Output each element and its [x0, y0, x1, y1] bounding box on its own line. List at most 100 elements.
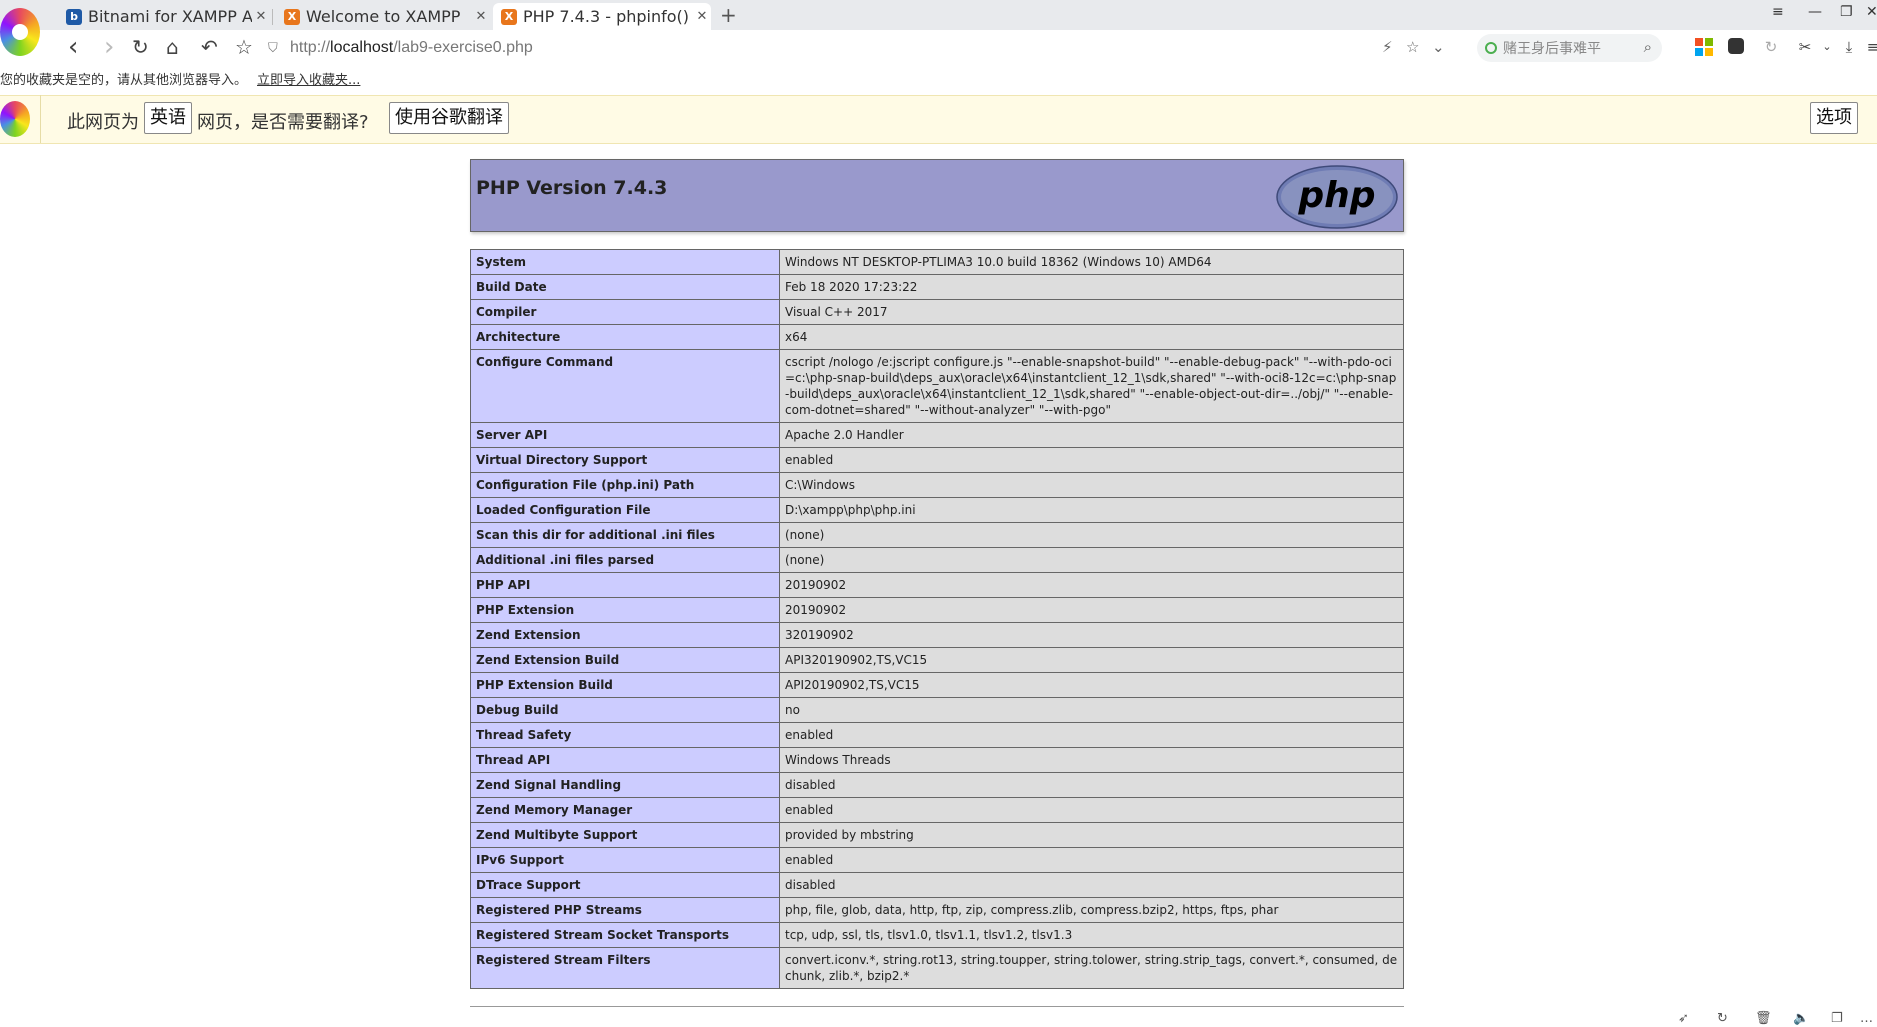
row-key: Build Date [470, 274, 780, 300]
chevron-down-icon[interactable]: ⌄ [1432, 38, 1445, 56]
translate-prefix: 此网页为 [67, 112, 139, 133]
row-value: disabled [779, 772, 1404, 798]
undo-icon[interactable]: ↶ [201, 35, 218, 59]
bitnami-favicon-icon: b [66, 8, 82, 25]
reload-icon[interactable]: ↻ [132, 35, 149, 59]
restore-icon[interactable]: ❐ [1840, 4, 1853, 20]
new-tab-button[interactable]: + [720, 3, 737, 27]
table-row: Configuration File (php.ini) Path C:\Wind… [470, 472, 1404, 498]
row-key: Architecture [470, 324, 780, 350]
scissors-icon[interactable]: ✂ [1796, 38, 1814, 56]
table-row: IPv6 Support enabled [470, 847, 1404, 873]
translate-options-button[interactable]: 选项 [1810, 102, 1858, 134]
table-row: Architecture x64 [470, 324, 1404, 350]
scissors-dropdown-icon[interactable]: ⌄ [1818, 38, 1836, 56]
row-value: enabled [779, 847, 1404, 873]
bookmarks-bar: 您的收藏夹是空的，请从其他浏览器导入。 立即导入收藏夹... [0, 69, 360, 91]
close-icon[interactable]: ✕ [472, 9, 490, 24]
address-bar[interactable]: ⛉ http://localhost/lab9-exercise0.php [268, 35, 1458, 61]
row-value: enabled [779, 797, 1404, 823]
row-key: Zend Memory Manager [470, 797, 780, 823]
row-value: D:\xampp\php\php.ini [779, 497, 1404, 523]
extension-icon[interactable] [1728, 38, 1744, 54]
table-row: Thread API Windows Threads [470, 747, 1404, 773]
row-value: convert.iconv.*, string.rot13, string.to… [779, 947, 1404, 989]
home-icon[interactable]: ⌂ [166, 35, 179, 59]
table-row: Zend Signal Handling disabled [470, 772, 1404, 798]
row-value: x64 [779, 324, 1404, 350]
back-button[interactable]: ‹ [68, 34, 78, 60]
phpinfo-table: System Windows NT DESKTOP-PTLIMA3 10.0 bu… [470, 249, 1404, 989]
minimize-icon[interactable]: — [1808, 4, 1822, 20]
row-value: 320190902 [779, 622, 1404, 648]
table-row: Zend Memory Manager enabled [470, 797, 1404, 823]
bookmark-star-icon[interactable]: ☆ [235, 35, 253, 59]
php-header: PHP Version 7.4.3 php [470, 159, 1404, 232]
row-value: Apache 2.0 Handler [779, 422, 1404, 448]
window-close-icon[interactable]: ✕ [1866, 4, 1877, 20]
table-row: Debug Build no [470, 697, 1404, 723]
language-button[interactable]: 英语 [144, 102, 192, 134]
tab-phpinfo[interactable]: X PHP 7.4.3 - phpinfo() ✕ [493, 3, 711, 30]
table-row: System Windows NT DESKTOP-PTLIMA3 10.0 bu… [470, 249, 1404, 275]
speed-icon[interactable]: ↻ [1717, 1011, 1728, 1026]
table-row: PHP API 20190902 [470, 572, 1404, 598]
menu-icon[interactable]: ≡ [1772, 4, 1784, 20]
row-key: Thread API [470, 747, 780, 773]
search-box[interactable]: 赌王身后事难平 ⌕ [1477, 34, 1662, 62]
row-key: IPv6 Support [470, 847, 780, 873]
row-key: System [470, 249, 780, 275]
page-title: PHP Version 7.4.3 [476, 177, 668, 199]
table-row: Scan this dir for additional .ini files(… [470, 522, 1404, 548]
row-value: Windows Threads [779, 747, 1404, 773]
url-text[interactable]: http://localhost/lab9-exercise0.php [290, 39, 533, 57]
php-logo-text: php [1297, 175, 1375, 216]
speaker-icon[interactable]: 🔈 [1793, 1011, 1809, 1026]
google-translate-button[interactable]: 使用谷歌翻译 [389, 102, 509, 134]
download-icon[interactable]: ⤓ [1840, 38, 1858, 56]
row-value: 20190902 [779, 572, 1404, 598]
tab-xampp-welcome[interactable]: X Welcome to XAMPP ✕ [276, 3, 490, 30]
toolbar-menu-icon[interactable]: ≡ [1864, 38, 1877, 56]
row-key: Registered PHP Streams [470, 897, 780, 923]
table-row: Configure Command cscript /nologo /e:jscr… [470, 349, 1404, 423]
row-value: Feb 18 2020 17:23:22 [779, 274, 1404, 300]
table-row: Registered Stream Filters convert.iconv.*… [470, 947, 1404, 989]
row-value: no [779, 697, 1404, 723]
forward-button[interactable]: › [104, 34, 114, 60]
window-icon[interactable]: ❐ [1831, 1011, 1843, 1026]
speed-icon[interactable]: ↻ [1762, 38, 1780, 56]
row-value: Visual C++ 2017 [779, 299, 1404, 325]
row-key: Zend Extension Build [470, 647, 780, 673]
close-icon[interactable]: ✕ [252, 9, 270, 24]
row-value: php, file, glob, data, http, ftp, zip, c… [779, 897, 1404, 923]
more-icon[interactable]: … [1860, 1011, 1873, 1026]
close-icon[interactable]: ✕ [693, 9, 711, 24]
favorite-star-icon[interactable]: ☆ [1406, 38, 1419, 56]
row-value: tcp, udp, ssl, tls, tlsv1.0, tlsv1.1, tl… [779, 922, 1404, 948]
apps-grid-icon[interactable] [1695, 38, 1713, 56]
browser-logo-icon[interactable] [0, 8, 40, 56]
row-key: Registered Stream Filters [470, 947, 780, 989]
table-row: Registered PHP Streams php, file, glob, d… [470, 897, 1404, 923]
import-bookmarks-link[interactable]: 立即导入收藏夹... [257, 73, 360, 88]
search-icon[interactable]: ⌕ [1644, 38, 1652, 56]
divider [40, 95, 41, 143]
table-row: PHP Extension Build API20190902,TS,VC15 [470, 672, 1404, 698]
php-logo-icon[interactable]: php [1276, 165, 1398, 229]
tab-bitnami[interactable]: b Bitnami for XAMPP Ap ✕ [58, 3, 270, 30]
row-key: Configuration File (php.ini) Path [470, 472, 780, 498]
row-key: Debug Build [470, 697, 780, 723]
table-row: Loaded Configuration File D:\xampp\php\ph… [470, 497, 1404, 523]
row-value: Windows NT DESKTOP-PTLIMA3 10.0 build 18… [779, 249, 1404, 275]
trash-icon[interactable]: 🗑 [1755, 1011, 1772, 1026]
row-key: DTrace Support [470, 872, 780, 898]
search-placeholder: 赌王身后事难平 [1503, 41, 1601, 57]
table-row: Build Date Feb 18 2020 17:23:22 [470, 274, 1404, 300]
rocket-icon[interactable]: ➶ [1678, 1011, 1689, 1026]
row-key: Zend Multibyte Support [470, 822, 780, 848]
tab-divider [272, 9, 273, 25]
row-value: cscript /nologo /e:jscript configure.js … [779, 349, 1404, 423]
row-key: Loaded Configuration File [470, 497, 780, 523]
lightning-icon[interactable]: ⚡ [1382, 38, 1393, 56]
